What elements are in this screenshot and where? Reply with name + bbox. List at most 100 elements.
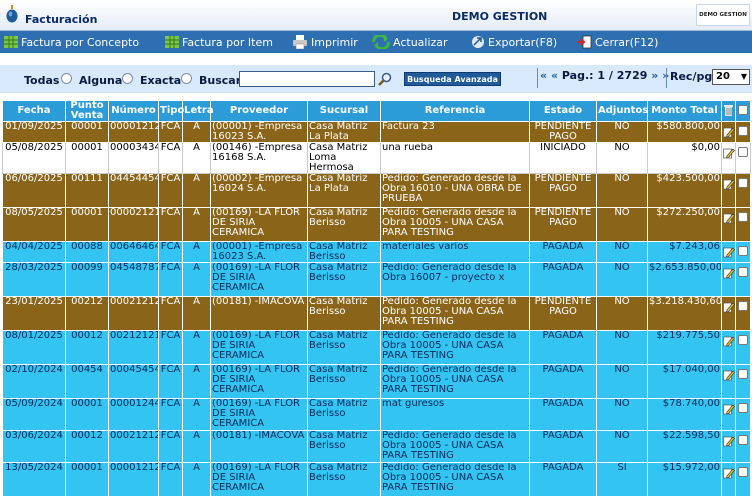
cell-letra: A [182, 142, 211, 174]
imprimir-button[interactable]: Imprimir [292, 34, 358, 50]
edit-button[interactable] [721, 430, 736, 463]
search-input[interactable] [239, 71, 375, 87]
company-name: DEMO GESTION [452, 10, 548, 23]
col-header-numero[interactable]: Número [108, 100, 159, 122]
cell-adjuntos: NO [596, 296, 648, 331]
select-all-checkbox[interactable] [738, 104, 748, 115]
row-checkbox[interactable] [738, 403, 748, 413]
table-row[interactable]: 23/01/2025 00212 00021212 FCA A (00181) -IMAC… [2, 296, 751, 331]
next-page-button[interactable]: » [651, 69, 658, 82]
col-header-referencia[interactable]: Referencia [380, 100, 530, 122]
cell-proveedor: (00001) -Empresa 16023 S.A. [210, 241, 308, 263]
cell-estado: PAGADA [529, 398, 597, 431]
table-row[interactable]: 04/04/2025 00088 00646464 FCA A (00001) -Empr… [2, 241, 751, 263]
row-checkbox[interactable] [738, 147, 748, 157]
cell-sucursal: Casa Matriz Berisso [307, 296, 381, 331]
edit-button[interactable] [721, 207, 736, 242]
option-exacta-radio[interactable] [181, 73, 192, 84]
cell-estado: PENDIENTE PAGO [529, 207, 597, 242]
edit-button[interactable] [721, 364, 736, 399]
col-header-tipo[interactable]: Tipo [158, 100, 184, 122]
cell-monto-total: $7.243,06 [647, 241, 722, 263]
cell-numero: 00003434 [108, 142, 159, 174]
table-row[interactable]: 05/09/2024 00001 00001244 FCA A (00169) -LA F… [2, 398, 751, 431]
row-checkbox[interactable] [738, 435, 748, 445]
row-checkbox[interactable] [738, 467, 748, 477]
edit-button[interactable] [721, 142, 736, 174]
cell-letra: A [182, 330, 211, 365]
col-header-punto-venta[interactable]: Punto Venta [65, 100, 109, 122]
cell-proveedor: (00181) -IMACOVA [210, 296, 308, 331]
option-alguna-radio[interactable] [122, 73, 133, 84]
cell-sucursal: Casa Matriz Berisso [307, 398, 381, 431]
option-alguna-label: Alguna [79, 74, 123, 87]
cell-punto-venta: 00088 [65, 241, 109, 263]
row-checkbox[interactable] [738, 178, 748, 188]
col-header-adjuntos[interactable]: Adjuntos [596, 100, 648, 122]
edit-button[interactable] [721, 262, 736, 297]
advanced-search-button[interactable]: Busqueda Avanzada [404, 72, 501, 86]
edit-button[interactable] [721, 121, 736, 143]
prev-page-button[interactable]: « [551, 69, 558, 82]
edit-button[interactable] [721, 398, 736, 431]
cell-numero: 04454454 [108, 173, 159, 208]
cerrar-button[interactable]: Cerrar(F12) [576, 34, 658, 50]
exportar-button[interactable]: Exportar(F8) [471, 34, 557, 50]
row-checkbox[interactable] [738, 267, 748, 277]
search-icon[interactable] [378, 72, 392, 86]
table-row[interactable]: 03/06/2024 00012 00021212 FCA A (00181) -IMAC… [2, 430, 751, 463]
table-row[interactable]: 08/05/2025 00001 00002121 FCA A (00169) -LA F… [2, 207, 751, 242]
option-todas-radio[interactable] [61, 73, 72, 84]
col-header-estado[interactable]: Estado [529, 100, 597, 122]
col-header-sucursal[interactable]: Sucursal [307, 100, 381, 122]
cell-sucursal: Casa Matriz Berisso [307, 262, 381, 297]
records-per-page-select[interactable]: 20 ▼ [712, 69, 750, 85]
row-checkbox[interactable] [738, 246, 748, 256]
row-checkbox[interactable] [738, 301, 748, 311]
factura-por-concepto-button[interactable]: Factura por Concepto [4, 34, 139, 50]
edit-button[interactable] [721, 173, 736, 208]
option-buscar-label: Buscar [199, 74, 242, 87]
actualizar-button[interactable]: Actualizar [372, 34, 448, 50]
col-header-fecha[interactable]: Fecha [2, 100, 66, 122]
row-checkbox[interactable] [738, 212, 748, 222]
edit-button[interactable] [721, 296, 736, 331]
factura-por-item-button[interactable]: Factura por Item [165, 34, 273, 50]
advanced-search-label: Busqueda Avanzada [407, 74, 498, 84]
edit-button[interactable] [721, 241, 736, 263]
row-checkbox[interactable] [738, 335, 748, 345]
table-row[interactable]: 08/01/2025 00012 00212121 FCA A (00169) -LA F… [2, 330, 751, 365]
table-row[interactable]: 05/08/2025 00001 00003434 FCA A (00146) -Empr… [2, 142, 751, 174]
col-header-monto-total[interactable]: Monto Total [647, 100, 722, 122]
edit-button[interactable] [721, 462, 736, 497]
row-select-cell [735, 330, 751, 365]
cell-monto-total: $2.653.850,00 [647, 262, 722, 297]
refresh-icon [372, 35, 390, 49]
total-pages: 2729 [616, 69, 648, 82]
cell-tipo: FCA [158, 398, 183, 431]
col-header-delete[interactable] [721, 100, 736, 122]
table-row[interactable]: 06/06/2025 00111 04454454 FCA A (00002) -Empr… [2, 173, 751, 208]
table-row[interactable]: 01/09/2025 00001 00001212 FCA A (00001) -Empr… [2, 121, 751, 143]
table-row[interactable]: 28/03/2025 00099 04548787 FCA A (00169) -LA F… [2, 262, 751, 297]
cell-sucursal: Casa Matriz La Plata [307, 121, 381, 143]
cell-proveedor: (00169) -LA FLOR DE SIRIA CERAMICA [210, 262, 308, 297]
row-select-cell [735, 364, 751, 399]
cell-proveedor: (00181) -IMACOVA [210, 430, 308, 463]
cell-punto-venta: 00001 [65, 462, 109, 497]
cell-adjuntos: NO [596, 121, 648, 143]
trash-icon [724, 104, 733, 116]
table-row[interactable]: 02/10/2024 00454 00045454 FCA A (00169) -LA F… [2, 364, 751, 399]
col-header-proveedor[interactable]: Proveedor [210, 100, 308, 122]
first-page-button[interactable]: « [540, 69, 547, 82]
row-checkbox[interactable] [738, 369, 748, 379]
row-checkbox[interactable] [738, 126, 748, 136]
cell-monto-total: $15.972,00 [647, 462, 722, 497]
col-header-letra[interactable]: Letra [182, 100, 214, 122]
table-row[interactable]: 13/05/2024 00001 00001212 FCA A (00169) -LA F… [2, 462, 751, 497]
edit-button[interactable] [721, 330, 736, 365]
cell-numero: 00001244 [108, 398, 159, 431]
cell-fecha: 13/05/2024 [2, 462, 66, 497]
cell-referencia: Pedido: Generado desde la Obra 10005 - U… [380, 207, 530, 242]
toolbar: Factura por Concepto Factura por Item Im… [0, 31, 752, 53]
